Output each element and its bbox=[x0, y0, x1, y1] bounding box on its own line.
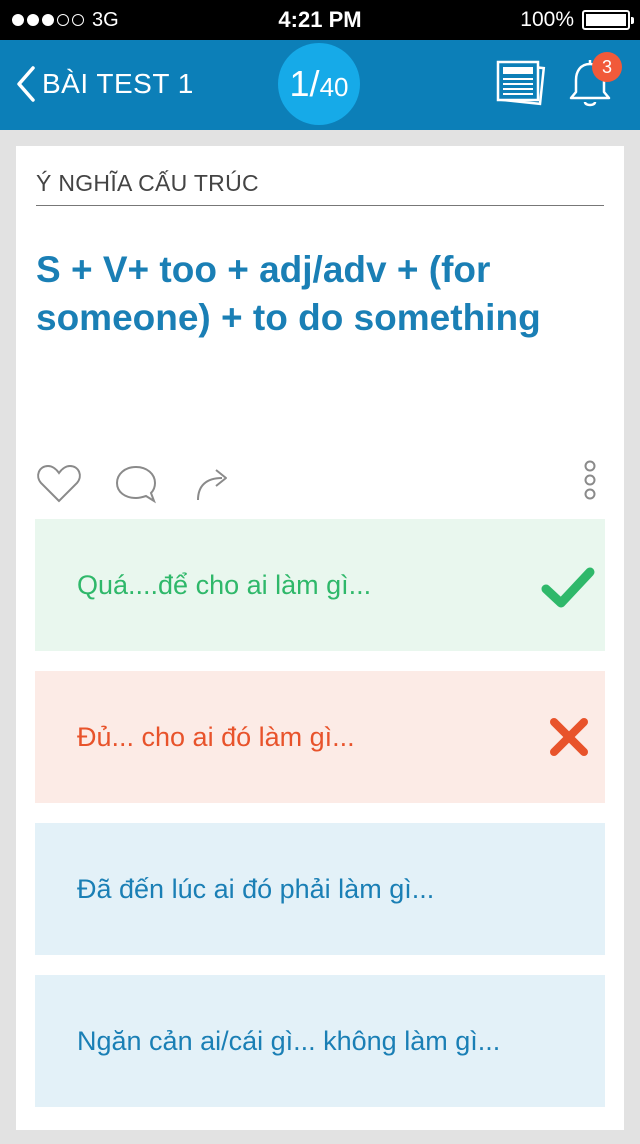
more-vertical-icon bbox=[584, 460, 596, 500]
like-button[interactable] bbox=[36, 464, 82, 509]
counter-total: 40 bbox=[319, 71, 349, 102]
battery-area: 100% bbox=[520, 0, 634, 40]
back-label: BÀI TEST 1 bbox=[42, 68, 194, 99]
comment-button[interactable] bbox=[114, 464, 158, 509]
structure-text: S + V+ too + adj/adv + (for someone) + t… bbox=[36, 249, 541, 338]
section-label: Ý NGHĨA CẤU TRÚC bbox=[36, 170, 259, 196]
answer-text: Đủ... cho ai đó làm gì... bbox=[77, 721, 355, 752]
status-bar: 3G 4:21 PM 100% bbox=[0, 0, 640, 40]
answer-text: Ngăn cản ai/cái gì... không làm gì... bbox=[77, 1025, 501, 1056]
action-bar bbox=[36, 460, 608, 504]
checkmark-icon bbox=[541, 567, 595, 608]
answer-option[interactable]: Đã đến lúc ai đó phải làm gì... bbox=[35, 823, 605, 955]
answer-option-correct[interactable]: Quá....để cho ai làm gì... bbox=[35, 519, 605, 651]
battery-icon bbox=[582, 10, 634, 30]
cross-icon bbox=[550, 718, 588, 756]
heart-icon bbox=[37, 464, 81, 503]
app-header: BÀI TEST 1 1 / 40 bbox=[0, 40, 640, 130]
share-icon bbox=[197, 469, 227, 501]
notification-badge: 3 bbox=[592, 52, 622, 82]
battery-percent: 100% bbox=[520, 8, 574, 31]
question-card: Ý NGHĨA CẤU TRÚC S + V+ too + adj/adv + … bbox=[16, 146, 624, 1130]
section-divider bbox=[36, 205, 604, 206]
answer-text: Quá....để cho ai làm gì... bbox=[77, 569, 372, 600]
share-button[interactable] bbox=[194, 464, 234, 509]
newspaper-button[interactable] bbox=[494, 58, 546, 108]
question-counter: 1 / 40 bbox=[278, 43, 360, 125]
newspaper-icon bbox=[496, 60, 546, 106]
comment-icon bbox=[115, 465, 157, 504]
back-button[interactable]: BÀI TEST 1 bbox=[16, 62, 194, 106]
more-button[interactable] bbox=[582, 460, 598, 509]
counter-separator: / bbox=[309, 63, 320, 104]
answer-option-wrong[interactable]: Đủ... cho ai đó làm gì... bbox=[35, 671, 605, 803]
answer-option[interactable]: Ngăn cản ai/cái gì... không làm gì... bbox=[35, 975, 605, 1107]
chevron-left-icon bbox=[17, 66, 35, 102]
answer-text: Đã đến lúc ai đó phải làm gì... bbox=[77, 873, 435, 904]
counter-current: 1 bbox=[289, 63, 310, 104]
